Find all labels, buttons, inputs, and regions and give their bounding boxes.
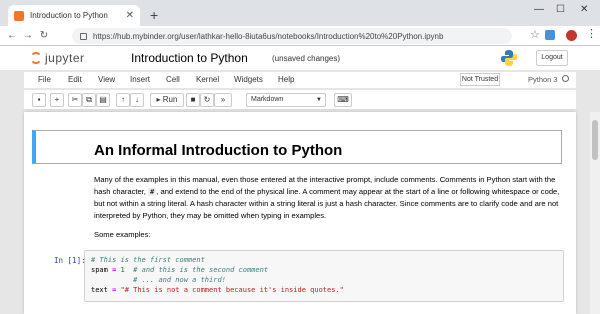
code-cell[interactable]: # This is the first comment spam = 1 # a… xyxy=(84,250,564,302)
code-variable: text xyxy=(91,286,108,294)
menu-view[interactable]: View xyxy=(98,75,115,84)
tab-title: Introduction to Python xyxy=(30,11,108,20)
maximize-icon[interactable]: ☐ xyxy=(556,4,565,15)
browser-tab-strip: Introduction to Python ✕ + — ☐ ✕ xyxy=(0,0,600,26)
restart-icon[interactable]: ↻ xyxy=(200,93,214,107)
menu-insert[interactable]: Insert xyxy=(130,75,150,84)
command-palette-icon[interactable]: ⌨ xyxy=(334,93,352,107)
save-status: (unsaved changes) xyxy=(272,54,341,63)
minimize-icon[interactable]: — xyxy=(534,4,544,15)
save-icon[interactable]: ▪ xyxy=(32,93,46,107)
kernel-name: Python 3 xyxy=(528,75,558,84)
forward-icon[interactable]: → xyxy=(20,30,36,41)
profile-avatar[interactable] xyxy=(566,30,577,41)
move-up-icon[interactable]: ↑ xyxy=(116,93,130,107)
menu-widgets[interactable]: Widgets xyxy=(234,75,263,84)
notebook-container: An Informal Introduction to Python Many … xyxy=(24,112,576,314)
menubar: File Edit View Insert Cell Kernel Widget… xyxy=(24,72,576,88)
menu-cell[interactable]: Cell xyxy=(166,75,180,84)
code-comment: # and this is the second comment xyxy=(133,266,269,274)
intro-paragraph: Many of the examples in this manual, eve… xyxy=(94,174,564,222)
notebook-toolbar: ▪ + ✂ ⧉ ▤ ↑ ↓ ▸ Run ■ ↻ » Markdown ▼ ⌨ xyxy=(24,90,576,110)
kernel-status-icon xyxy=(562,75,569,82)
code-operator: = xyxy=(112,266,117,274)
jupyter-logo-icon xyxy=(30,52,42,64)
input-prompt: In [1]: xyxy=(54,256,86,265)
some-examples-text: Some examples: xyxy=(94,230,151,239)
back-icon[interactable]: ← xyxy=(4,30,20,41)
run-button[interactable]: ▸ Run xyxy=(150,93,184,107)
close-tab-icon[interactable]: ✕ xyxy=(126,10,134,21)
code-number: 1 xyxy=(120,266,125,274)
code-comment: # This is the first comment xyxy=(91,256,205,264)
restart-run-all-icon[interactable]: » xyxy=(214,93,232,107)
extension-icon[interactable] xyxy=(545,30,555,40)
logout-button[interactable]: Logout xyxy=(536,50,568,66)
move-down-icon[interactable]: ↓ xyxy=(130,93,144,107)
code-comment: # ... and now a third! xyxy=(133,276,226,284)
menu-help[interactable]: Help xyxy=(278,75,294,84)
code-string: "# This is not a comment because it's in… xyxy=(120,286,344,294)
trust-button[interactable]: Not Trusted xyxy=(460,73,500,86)
lock-icon xyxy=(80,32,87,40)
url-field[interactable]: https://hub.mybinder.org/user/lathkar-he… xyxy=(72,28,512,44)
menu-kernel[interactable]: Kernel xyxy=(196,75,219,84)
notebook-heading: An Informal Introduction to Python xyxy=(94,142,343,159)
run-icon: ▸ xyxy=(156,95,161,104)
url-text: https://hub.mybinder.org/user/lathkar-he… xyxy=(93,31,444,41)
page-scrollbar[interactable] xyxy=(590,112,600,314)
jupyter-logo[interactable]: jupyter xyxy=(30,51,85,65)
reload-icon[interactable]: ↻ xyxy=(36,30,52,41)
new-tab-icon[interactable]: + xyxy=(150,7,158,23)
scrollbar-thumb[interactable] xyxy=(592,120,598,160)
insert-cell-icon[interactable]: + xyxy=(50,93,64,107)
jupyter-logo-text: jupyter xyxy=(45,51,85,65)
chevron-down-icon: ▼ xyxy=(316,97,322,103)
code-variable: spam xyxy=(91,266,108,274)
interrupt-icon[interactable]: ■ xyxy=(186,93,200,107)
jupyter-favicon-icon xyxy=(14,10,24,21)
python-logo-icon xyxy=(501,50,517,66)
code-operator: = xyxy=(112,286,117,294)
bookmark-star-icon[interactable]: ☆ xyxy=(530,28,540,41)
browser-tab[interactable]: Introduction to Python ✕ xyxy=(8,5,140,26)
jupyter-header: jupyter Introduction to Python (unsaved … xyxy=(0,46,600,70)
cell-type-value: Markdown xyxy=(251,96,284,103)
copy-icon[interactable]: ⧉ xyxy=(82,93,96,107)
paragraph-text-2: , and extend to the end of the physical … xyxy=(94,187,560,220)
window-close-icon[interactable]: ✕ xyxy=(580,4,588,15)
menu-edit[interactable]: Edit xyxy=(68,75,82,84)
cut-icon[interactable]: ✂ xyxy=(68,93,82,107)
run-label: Run xyxy=(162,95,178,104)
notebook-name[interactable]: Introduction to Python xyxy=(131,51,248,65)
paste-icon[interactable]: ▤ xyxy=(96,93,110,107)
browser-menu-icon[interactable]: ⋮ xyxy=(586,27,597,40)
address-bar: ← → ↻ https://hub.mybinder.org/user/lath… xyxy=(0,26,600,46)
menu-file[interactable]: File xyxy=(38,75,51,84)
cell-type-select[interactable]: Markdown ▼ xyxy=(246,93,326,107)
